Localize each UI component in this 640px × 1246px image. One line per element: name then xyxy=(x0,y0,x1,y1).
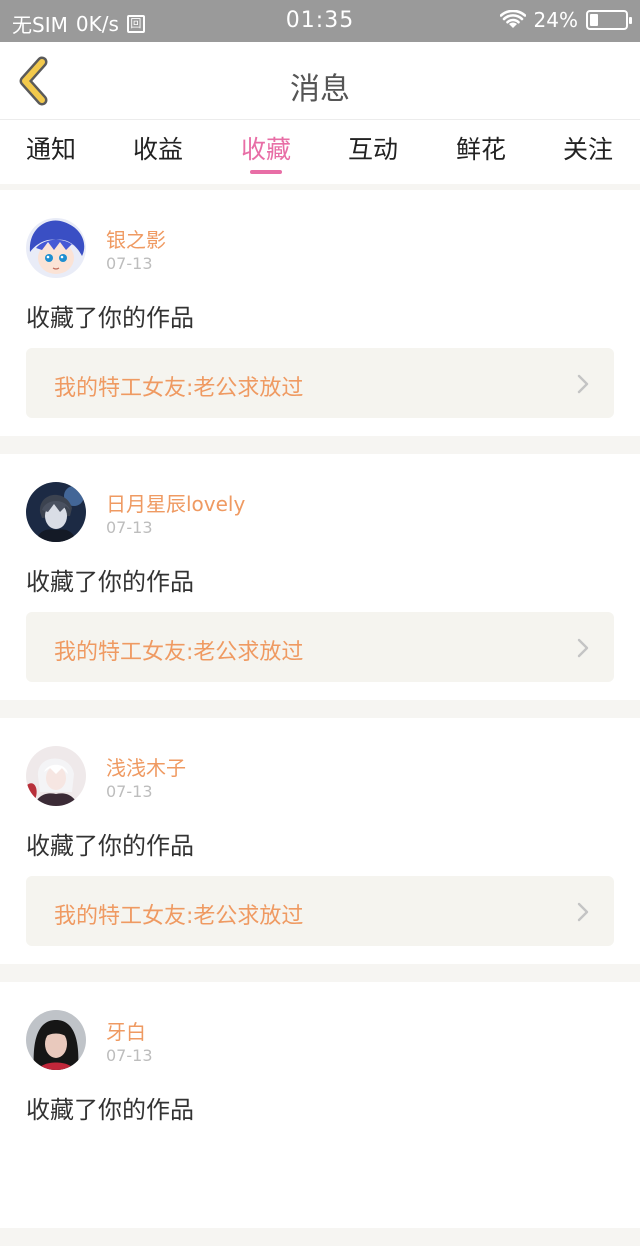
message-date: 07-13 xyxy=(106,518,153,537)
battery-icon xyxy=(586,10,632,30)
user-avatar-image xyxy=(26,1010,86,1070)
tab-label: 收藏 xyxy=(240,135,291,164)
status-bar: 无SIM 0K/s 回 01:35 24% xyxy=(0,0,640,42)
tab-label: 关注 xyxy=(562,135,613,164)
avatar[interactable] xyxy=(26,482,86,542)
chevron-left-icon xyxy=(19,56,48,106)
tab-earnings[interactable]: 收益 xyxy=(108,130,208,180)
tab-flowers[interactable]: 鲜花 xyxy=(431,130,531,180)
message-action-text: 收藏了你的作品 xyxy=(26,1096,194,1124)
message-date: 07-13 xyxy=(106,1046,153,1065)
message-list: 银之影 07-13 收藏了你的作品 我的特工女友:老公求放过 日月星辰lovel… xyxy=(0,190,640,1246)
back-button[interactable] xyxy=(14,56,64,106)
message-card: 牙白 07-13 收藏了你的作品 xyxy=(0,982,640,1228)
username[interactable]: 牙白 xyxy=(106,1016,146,1045)
work-title: 我的特工女友:老公求放过 xyxy=(54,376,304,401)
work-title: 我的特工女友:老公求放过 xyxy=(54,904,304,929)
work-link[interactable]: 我的特工女友:老公求放过 xyxy=(26,612,614,682)
battery-level xyxy=(590,14,598,26)
user-avatar-image xyxy=(26,482,86,542)
tab-favorites[interactable]: 收藏 xyxy=(216,130,316,180)
message-date: 07-13 xyxy=(106,782,153,801)
chevron-right-icon xyxy=(577,374,589,394)
wifi-icon xyxy=(499,10,526,28)
tab-interactions[interactable]: 互动 xyxy=(323,130,423,180)
message-action-text: 收藏了你的作品 xyxy=(26,568,194,596)
message-card: 日月星辰lovely 07-13 收藏了你的作品 我的特工女友:老公求放过 xyxy=(0,454,640,700)
tab-bar: 通知 收益 收藏 互动 鲜花 关注 xyxy=(0,120,640,184)
tab-label: 鲜花 xyxy=(455,135,506,164)
work-link[interactable]: 我的特工女友:老公求放过 xyxy=(26,348,614,418)
battery-percent: 24% xyxy=(533,8,578,32)
tab-label: 互动 xyxy=(347,135,398,164)
avatar[interactable] xyxy=(26,746,86,806)
chevron-right-icon xyxy=(577,902,589,922)
tab-label: 收益 xyxy=(132,135,183,164)
app-header: 消息 xyxy=(0,42,640,120)
message-action-text: 收藏了你的作品 xyxy=(26,304,194,332)
user-avatar-image xyxy=(26,218,86,278)
message-action-text: 收藏了你的作品 xyxy=(26,832,194,860)
message-date: 07-13 xyxy=(106,254,153,273)
work-title: 我的特工女友:老公求放过 xyxy=(54,640,304,665)
avatar[interactable] xyxy=(26,1010,86,1070)
tab-following[interactable]: 关注 xyxy=(538,130,638,180)
chevron-right-icon xyxy=(577,638,589,658)
user-avatar-image xyxy=(26,746,86,806)
page-title: 消息 xyxy=(290,72,350,107)
tab-notifications[interactable]: 通知 xyxy=(1,130,101,180)
message-card: 银之影 07-13 收藏了你的作品 我的特工女友:老公求放过 xyxy=(0,190,640,436)
username[interactable]: 日月星辰lovely xyxy=(106,488,245,517)
status-right: 24% xyxy=(499,8,632,32)
message-card: 浅浅木子 07-13 收藏了你的作品 我的特工女友:老公求放过 xyxy=(0,718,640,964)
avatar[interactable] xyxy=(26,218,86,278)
tab-label: 通知 xyxy=(25,135,76,164)
active-tab-indicator xyxy=(250,170,282,174)
username[interactable]: 浅浅木子 xyxy=(106,752,186,781)
work-link[interactable]: 我的特工女友:老公求放过 xyxy=(26,876,614,946)
username[interactable]: 银之影 xyxy=(106,224,166,253)
